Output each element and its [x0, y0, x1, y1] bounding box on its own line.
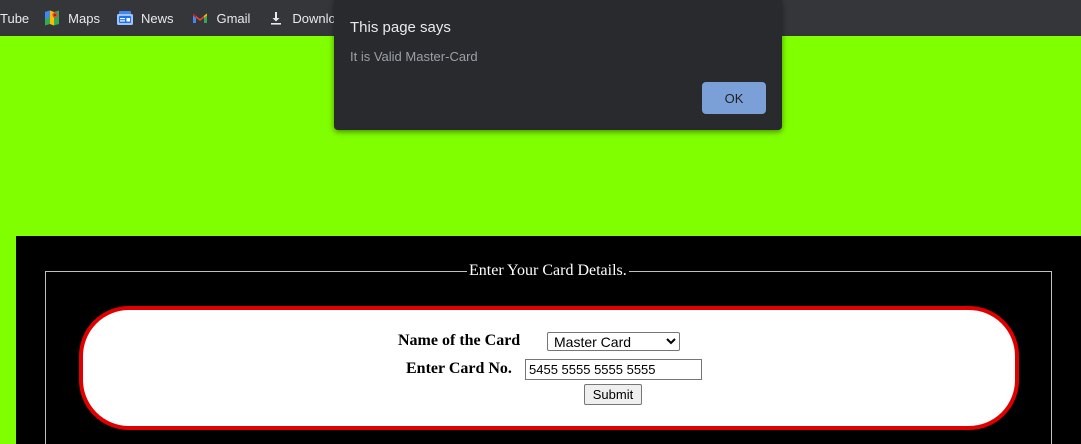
bookmark-label: Gmail: [216, 10, 251, 26]
bookmark-gmail[interactable]: Gmail: [192, 0, 250, 36]
card-number-input[interactable]: [525, 359, 702, 380]
bookmark-label: Tube: [0, 10, 30, 26]
gmail-icon: [192, 10, 208, 26]
browser-viewport: Tube Maps News Gmail Downloads This page…: [0, 0, 1081, 444]
card-number-label: Enter Card No.: [406, 360, 512, 377]
dialog-message: It is Valid Master-Card: [350, 49, 478, 64]
maps-icon: [44, 10, 60, 26]
bookmark-label: Maps: [68, 10, 100, 26]
card-panel: Enter Your Card Details. Name of the Car…: [16, 236, 1081, 444]
bookmark-label: News: [140, 10, 174, 26]
submit-button[interactable]: Submit: [584, 384, 642, 405]
news-icon: [116, 10, 133, 26]
bookmark-news[interactable]: News: [116, 0, 174, 36]
card-name-label: Name of the Card: [398, 332, 521, 349]
fieldset-legend: Enter Your Card Details.: [467, 262, 629, 280]
dialog-title: This page says: [350, 19, 451, 36]
bookmark-maps[interactable]: Maps: [44, 0, 100, 36]
ok-button[interactable]: OK: [702, 82, 766, 114]
bookmark-youtube[interactable]: Tube: [0, 0, 29, 36]
download-icon: [268, 10, 284, 26]
card-type-select[interactable]: Master Card: [547, 332, 680, 351]
alert-dialog: This page says It is Valid Master-Card O…: [334, 0, 782, 130]
